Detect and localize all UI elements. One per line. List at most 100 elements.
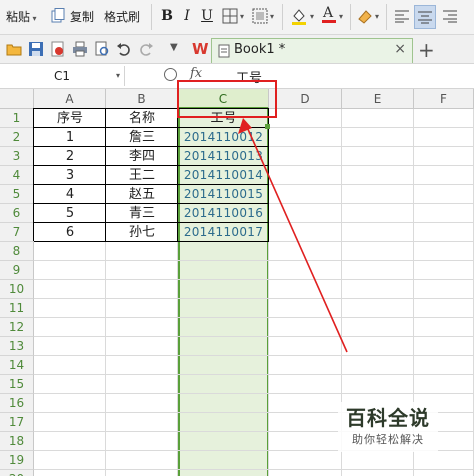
- column-header-a[interactable]: A: [34, 89, 106, 109]
- table-border: [34, 203, 269, 204]
- table-cell[interactable]: 2014110012: [178, 128, 269, 147]
- formula-input[interactable]: 工号: [236, 67, 262, 86]
- row-header-3[interactable]: 3: [0, 147, 34, 166]
- borders-icon[interactable]: [222, 8, 238, 24]
- table-border: [34, 108, 269, 109]
- table-cell[interactable]: 李四: [106, 147, 178, 166]
- watermark: 百科全说 助你轻松解决: [338, 402, 438, 452]
- clear-format-caret-icon[interactable]: ▾: [375, 12, 379, 21]
- quick-access-bar: ▼ W Book1 * × +: [0, 35, 474, 64]
- paste-button[interactable]: 粘贴 ▾: [6, 8, 37, 26]
- table-cell[interactable]: 詹三: [106, 128, 178, 147]
- underline-button[interactable]: U: [198, 6, 216, 26]
- clear-format-icon[interactable]: [356, 7, 372, 24]
- row-header-13[interactable]: 13: [0, 337, 34, 356]
- row-header-6[interactable]: 6: [0, 204, 34, 223]
- row-header-10[interactable]: 10: [0, 280, 34, 299]
- cell-style-caret-icon[interactable]: ▾: [270, 12, 274, 21]
- bold-button[interactable]: B: [158, 6, 176, 26]
- font-color-caret-icon[interactable]: ▾: [339, 12, 343, 21]
- row-header-18[interactable]: 18: [0, 432, 34, 451]
- align-left-icon[interactable]: [394, 9, 410, 25]
- table-cell[interactable]: 孙七: [106, 223, 178, 242]
- paste-label: 粘贴: [6, 10, 31, 24]
- fx-button[interactable]: fx: [190, 66, 202, 81]
- print-preview-icon[interactable]: [94, 41, 110, 57]
- export-pdf-icon[interactable]: [50, 41, 66, 57]
- table-cell[interactable]: 2014110014: [178, 166, 269, 185]
- table-border: [34, 184, 269, 185]
- row-header-20[interactable]: 20: [0, 470, 34, 476]
- table-cell[interactable]: 2014110015: [178, 185, 269, 204]
- row-header-5[interactable]: 5: [0, 185, 34, 204]
- row-header-2[interactable]: 2: [0, 128, 34, 147]
- tab-book1[interactable]: Book1 * ×: [211, 38, 413, 63]
- table-cell[interactable]: 2014110016: [178, 204, 269, 223]
- row-header-7[interactable]: 7: [0, 223, 34, 242]
- undo-icon[interactable]: [116, 41, 132, 57]
- formula-bar: C1 ▾ fx 工号: [0, 64, 474, 89]
- row-header-17[interactable]: 17: [0, 413, 34, 432]
- table-cell[interactable]: 3: [34, 166, 106, 185]
- new-tab-icon[interactable]: +: [418, 38, 435, 62]
- fill-color-icon[interactable]: [290, 7, 306, 25]
- table-cell[interactable]: 赵五: [106, 185, 178, 204]
- column-header-c[interactable]: C: [178, 89, 269, 109]
- ribbon-divider: [350, 4, 351, 30]
- row-header-11[interactable]: 11: [0, 299, 34, 318]
- tab-title: Book1 *: [234, 42, 286, 57]
- column-header-b[interactable]: B: [106, 89, 178, 109]
- name-box[interactable]: C1 ▾: [0, 66, 125, 86]
- chevron-down-icon[interactable]: ▾: [116, 66, 120, 86]
- wps-logo-icon: W: [192, 40, 209, 58]
- fill-color-caret-icon[interactable]: ▾: [310, 12, 314, 21]
- more-commands-icon[interactable]: ▼: [170, 42, 178, 53]
- column-header-e[interactable]: E: [342, 89, 414, 109]
- table-cell[interactable]: 1: [34, 128, 106, 147]
- row-header-4[interactable]: 4: [0, 166, 34, 185]
- table-border: [105, 108, 106, 241]
- row-header-1[interactable]: 1: [0, 109, 34, 128]
- table-cell[interactable]: 6: [34, 223, 106, 242]
- cell-style-icon[interactable]: [252, 8, 268, 24]
- ribbon-divider: [282, 4, 283, 30]
- table-cell[interactable]: 青三: [106, 204, 178, 223]
- fill-handle[interactable]: [265, 124, 270, 129]
- print-icon[interactable]: [72, 41, 88, 57]
- table-header-cell[interactable]: 名称: [106, 109, 178, 128]
- table-cell[interactable]: 2014110013: [178, 147, 269, 166]
- row-header-12[interactable]: 12: [0, 318, 34, 337]
- gridline-horizontal: [34, 374, 474, 375]
- close-icon[interactable]: ×: [394, 41, 406, 57]
- redo-icon[interactable]: [138, 41, 154, 57]
- format-painter-button[interactable]: 格式刷: [104, 8, 140, 26]
- row-header-8[interactable]: 8: [0, 242, 34, 261]
- row-header-15[interactable]: 15: [0, 375, 34, 394]
- font-color-icon[interactable]: A: [320, 4, 336, 23]
- table-border: [177, 108, 178, 241]
- copy-button[interactable]: 复制: [70, 8, 94, 26]
- table-header-cell[interactable]: 序号: [34, 109, 106, 128]
- table-header-cell[interactable]: 工号: [178, 109, 269, 128]
- column-header-f[interactable]: F: [414, 89, 474, 109]
- align-center-icon[interactable]: [414, 5, 436, 29]
- gridline-horizontal: [34, 469, 474, 470]
- table-cell[interactable]: 2: [34, 147, 106, 166]
- select-all-corner[interactable]: [0, 89, 34, 109]
- borders-caret-icon[interactable]: ▾: [240, 12, 244, 21]
- row-header-16[interactable]: 16: [0, 394, 34, 413]
- table-cell[interactable]: 2014110017: [178, 223, 269, 242]
- table-cell[interactable]: 王二: [106, 166, 178, 185]
- save-icon[interactable]: [28, 41, 44, 57]
- table-cell[interactable]: 5: [34, 204, 106, 223]
- row-header-19[interactable]: 19: [0, 451, 34, 470]
- gridline-horizontal: [34, 279, 474, 280]
- column-header-d[interactable]: D: [269, 89, 342, 109]
- zoom-icon[interactable]: [164, 68, 177, 81]
- italic-button[interactable]: I: [178, 6, 196, 26]
- row-header-14[interactable]: 14: [0, 356, 34, 375]
- row-header-9[interactable]: 9: [0, 261, 34, 280]
- align-right-icon[interactable]: [442, 9, 458, 25]
- open-folder-icon[interactable]: [6, 41, 22, 57]
- table-cell[interactable]: 4: [34, 185, 106, 204]
